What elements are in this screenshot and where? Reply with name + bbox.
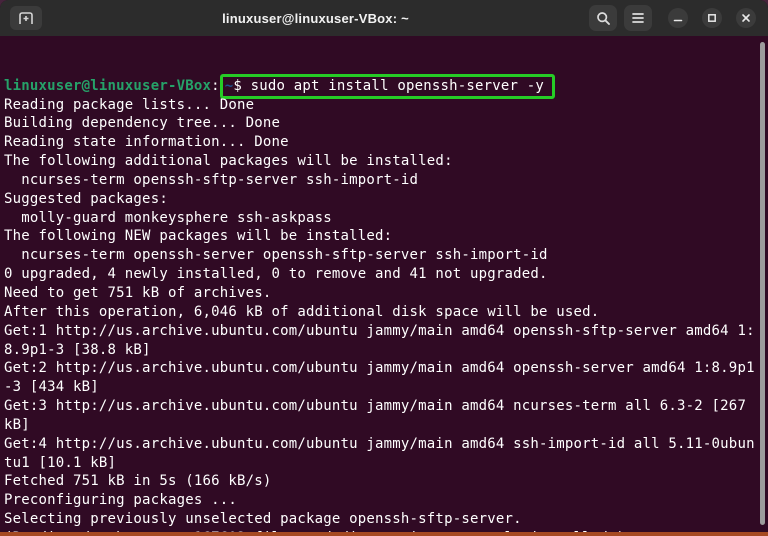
terminal-text: Preconfiguring packages ... [4,492,237,509]
terminal-text: After this operation, 6,046 kB of additi… [4,303,600,320]
new-tab-button[interactable] [10,6,42,30]
terminal-line: kB] [4,416,766,435]
terminal-line: The following additional packages will b… [4,152,766,171]
search-button[interactable] [589,5,617,31]
minimize-icon [673,19,683,22]
terminal-line: 8.9p1-3 [38.8 kB] [4,341,766,360]
terminal-text: Get:4 http://us.archive.ubuntu.com/ubunt… [4,435,755,452]
search-icon [596,11,610,25]
terminal-text: Fetched 751 kB in 5s (166 kB/s) [4,473,272,490]
terminal-line: molly-guard monkeysphere ssh-askpass [4,209,766,228]
terminal-text: $ sudo apt install openssh-server -y [233,77,545,94]
new-tab-icon [19,12,33,24]
terminal-text: tu1 [10.1 kB] [4,454,117,471]
terminal-text: -3 [434 kB] [4,379,99,396]
terminal-text: 8.9p1-3 [38.8 kB] [4,341,151,358]
terminal-text: kB] [4,416,30,433]
terminal-line: ncurses-term openssh-sftp-server ssh-imp… [4,171,766,190]
terminal-line: Get:4 http://us.archive.ubuntu.com/ubunt… [4,435,766,454]
terminal-text: ncurses-term openssh-server openssh-sftp… [4,247,548,264]
terminal-line: Suggested packages: [4,190,766,209]
desktop-background [0,532,768,536]
terminal-viewport[interactable]: linuxuser@linuxuser-VBox: ~$ sudo apt ins… [0,36,768,533]
minimize-button[interactable] [668,8,688,28]
terminal-line: Selecting previously unselected package … [4,510,766,529]
terminal-window: linuxuser@linuxuser-VBox: ~ linuxuser@li… [0,0,768,533]
window-title: linuxuser@linuxuser-VBox: ~ [222,10,409,26]
terminal-text: ncurses-term openssh-sftp-server ssh-imp… [4,171,419,188]
terminal-text: Reading state information... Done [4,134,289,151]
command-highlight-box: ~$ sudo apt install openssh-server -y [219,73,556,99]
close-icon [742,14,750,22]
terminal-text: Get:3 http://us.archive.ubuntu.com/ubunt… [4,398,747,415]
terminal-line: Get:3 http://us.archive.ubuntu.com/ubunt… [4,397,766,416]
terminal-line: The following NEW packages will be insta… [4,227,766,246]
terminal-text: Suggested packages: [4,190,168,207]
terminal-text: Selecting previously unselected package … [4,511,522,528]
terminal-line: Need to get 751 kB of archives. [4,284,766,303]
terminal-line: tu1 [10.1 kB] [4,454,766,473]
terminal-line: 0 upgraded, 4 newly installed, 0 to remo… [4,265,766,284]
terminal-text: linuxuser@linuxuser-VBox [4,77,212,94]
terminal-line: -3 [434 kB] [4,378,766,397]
terminal-text: Need to get 751 kB of archives. [4,284,272,301]
titlebar[interactable]: linuxuser@linuxuser-VBox: ~ [0,0,768,36]
maximize-button[interactable] [702,8,722,28]
screen: linuxuser@linuxuser-VBox: ~ linuxuser@li… [0,0,768,536]
terminal-line: After this operation, 6,046 kB of additi… [4,303,766,322]
terminal-output: linuxuser@linuxuser-VBox: ~$ sudo apt ins… [4,73,766,533]
terminal-text: Reading package lists... Done [4,96,255,113]
terminal-line: ncurses-term openssh-server openssh-sftp… [4,246,766,265]
terminal-text: Get:2 http://us.archive.ubuntu.com/ubunt… [4,360,755,377]
terminal-text: Get:1 http://us.archive.ubuntu.com/ubunt… [4,322,755,339]
terminal-line: Building dependency tree... Done [4,114,766,133]
close-button[interactable] [736,8,756,28]
terminal-line: Get:1 http://us.archive.ubuntu.com/ubunt… [4,322,766,341]
menu-button[interactable] [624,5,652,31]
maximize-icon [708,14,716,22]
terminal-text: The following additional packages will b… [4,153,453,170]
terminal-line: Get:2 http://us.archive.ubuntu.com/ubunt… [4,359,766,378]
terminal-text: 0 upgraded, 4 newly installed, 0 to remo… [4,266,548,283]
terminal-text: Building dependency tree... Done [4,115,281,132]
terminal-text: : [211,77,220,94]
terminal-line: Reading state information... Done [4,133,766,152]
terminal-line: Preconfiguring packages ... [4,491,766,510]
hamburger-menu-icon [632,13,644,23]
terminal-line: Fetched 751 kB in 5s (166 kB/s) [4,472,766,491]
scrollbar[interactable] [760,42,765,525]
terminal-text: molly-guard monkeysphere ssh-askpass [4,209,332,226]
terminal-text: The following NEW packages will be insta… [4,228,393,245]
terminal-line: linuxuser@linuxuser-VBox: ~$ sudo apt ins… [4,73,766,99]
